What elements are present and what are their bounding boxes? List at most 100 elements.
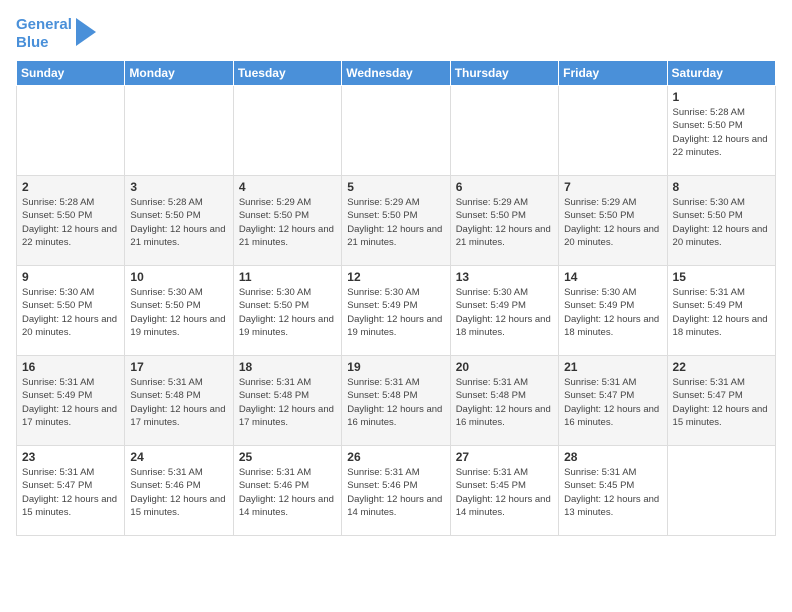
calendar-week-4: 16 Sunrise: 5:31 AM Sunset: 5:49 PM Dayli… xyxy=(17,356,776,446)
calendar-cell: 20 Sunrise: 5:31 AM Sunset: 5:48 PM Dayli… xyxy=(450,356,558,446)
calendar-cell: 22 Sunrise: 5:31 AM Sunset: 5:47 PM Dayli… xyxy=(667,356,775,446)
calendar-week-3: 9 Sunrise: 5:30 AM Sunset: 5:50 PM Daylig… xyxy=(17,266,776,356)
day-number: 5 xyxy=(347,180,444,194)
calendar-cell: 8 Sunrise: 5:30 AM Sunset: 5:50 PM Daylig… xyxy=(667,176,775,266)
day-info: Sunrise: 5:31 AM Sunset: 5:49 PM Dayligh… xyxy=(22,376,119,429)
calendar-cell xyxy=(125,86,233,176)
logo: General Blue xyxy=(16,16,96,52)
calendar-cell: 17 Sunrise: 5:31 AM Sunset: 5:48 PM Dayli… xyxy=(125,356,233,446)
day-number: 22 xyxy=(673,360,770,374)
day-number: 18 xyxy=(239,360,336,374)
day-number: 23 xyxy=(22,450,119,464)
calendar-cell: 1 Sunrise: 5:28 AM Sunset: 5:50 PM Daylig… xyxy=(667,86,775,176)
day-info: Sunrise: 5:30 AM Sunset: 5:50 PM Dayligh… xyxy=(239,286,336,339)
header-tuesday: Tuesday xyxy=(233,61,341,86)
day-number: 15 xyxy=(673,270,770,284)
day-info: Sunrise: 5:31 AM Sunset: 5:49 PM Dayligh… xyxy=(673,286,770,339)
day-number: 11 xyxy=(239,270,336,284)
day-number: 16 xyxy=(22,360,119,374)
day-number: 20 xyxy=(456,360,553,374)
calendar-cell: 13 Sunrise: 5:30 AM Sunset: 5:49 PM Dayli… xyxy=(450,266,558,356)
calendar-cell xyxy=(559,86,667,176)
day-number: 26 xyxy=(347,450,444,464)
day-number: 8 xyxy=(673,180,770,194)
day-number: 2 xyxy=(22,180,119,194)
day-info: Sunrise: 5:30 AM Sunset: 5:50 PM Dayligh… xyxy=(673,196,770,249)
day-number: 13 xyxy=(456,270,553,284)
calendar-cell: 16 Sunrise: 5:31 AM Sunset: 5:49 PM Dayli… xyxy=(17,356,125,446)
day-info: Sunrise: 5:29 AM Sunset: 5:50 PM Dayligh… xyxy=(347,196,444,249)
header-monday: Monday xyxy=(125,61,233,86)
day-info: Sunrise: 5:31 AM Sunset: 5:48 PM Dayligh… xyxy=(130,376,227,429)
calendar-cell: 12 Sunrise: 5:30 AM Sunset: 5:49 PM Dayli… xyxy=(342,266,450,356)
calendar-week-1: 1 Sunrise: 5:28 AM Sunset: 5:50 PM Daylig… xyxy=(17,86,776,176)
day-info: Sunrise: 5:28 AM Sunset: 5:50 PM Dayligh… xyxy=(673,106,770,159)
calendar-cell: 14 Sunrise: 5:30 AM Sunset: 5:49 PM Dayli… xyxy=(559,266,667,356)
day-number: 17 xyxy=(130,360,227,374)
day-info: Sunrise: 5:31 AM Sunset: 5:48 PM Dayligh… xyxy=(239,376,336,429)
day-info: Sunrise: 5:30 AM Sunset: 5:50 PM Dayligh… xyxy=(130,286,227,339)
day-number: 6 xyxy=(456,180,553,194)
day-number: 4 xyxy=(239,180,336,194)
header-wednesday: Wednesday xyxy=(342,61,450,86)
day-info: Sunrise: 5:31 AM Sunset: 5:48 PM Dayligh… xyxy=(456,376,553,429)
calendar-cell xyxy=(342,86,450,176)
calendar-cell: 6 Sunrise: 5:29 AM Sunset: 5:50 PM Daylig… xyxy=(450,176,558,266)
calendar-cell: 15 Sunrise: 5:31 AM Sunset: 5:49 PM Dayli… xyxy=(667,266,775,356)
day-number: 7 xyxy=(564,180,661,194)
day-number: 14 xyxy=(564,270,661,284)
day-info: Sunrise: 5:31 AM Sunset: 5:46 PM Dayligh… xyxy=(347,466,444,519)
day-number: 12 xyxy=(347,270,444,284)
day-number: 25 xyxy=(239,450,336,464)
logo-text-line1: General xyxy=(16,16,72,34)
calendar-cell: 23 Sunrise: 5:31 AM Sunset: 5:47 PM Dayli… xyxy=(17,446,125,536)
calendar-cell: 26 Sunrise: 5:31 AM Sunset: 5:46 PM Dayli… xyxy=(342,446,450,536)
header-sunday: Sunday xyxy=(17,61,125,86)
day-info: Sunrise: 5:28 AM Sunset: 5:50 PM Dayligh… xyxy=(130,196,227,249)
calendar-cell: 5 Sunrise: 5:29 AM Sunset: 5:50 PM Daylig… xyxy=(342,176,450,266)
day-info: Sunrise: 5:30 AM Sunset: 5:49 PM Dayligh… xyxy=(456,286,553,339)
calendar-cell xyxy=(450,86,558,176)
day-info: Sunrise: 5:30 AM Sunset: 5:49 PM Dayligh… xyxy=(347,286,444,339)
day-info: Sunrise: 5:30 AM Sunset: 5:50 PM Dayligh… xyxy=(22,286,119,339)
calendar-cell: 24 Sunrise: 5:31 AM Sunset: 5:46 PM Dayli… xyxy=(125,446,233,536)
header-saturday: Saturday xyxy=(667,61,775,86)
calendar-cell: 27 Sunrise: 5:31 AM Sunset: 5:45 PM Dayli… xyxy=(450,446,558,536)
calendar-cell: 2 Sunrise: 5:28 AM Sunset: 5:50 PM Daylig… xyxy=(17,176,125,266)
calendar-cell: 11 Sunrise: 5:30 AM Sunset: 5:50 PM Dayli… xyxy=(233,266,341,356)
calendar-table: SundayMondayTuesdayWednesdayThursdayFrid… xyxy=(16,60,776,536)
day-info: Sunrise: 5:31 AM Sunset: 5:45 PM Dayligh… xyxy=(564,466,661,519)
calendar-week-2: 2 Sunrise: 5:28 AM Sunset: 5:50 PM Daylig… xyxy=(17,176,776,266)
calendar-week-5: 23 Sunrise: 5:31 AM Sunset: 5:47 PM Dayli… xyxy=(17,446,776,536)
logo-text-line2: Blue xyxy=(16,34,72,52)
day-number: 21 xyxy=(564,360,661,374)
day-info: Sunrise: 5:31 AM Sunset: 5:46 PM Dayligh… xyxy=(130,466,227,519)
day-number: 1 xyxy=(673,90,770,104)
logo-arrow-icon xyxy=(76,18,96,46)
calendar-cell: 18 Sunrise: 5:31 AM Sunset: 5:48 PM Dayli… xyxy=(233,356,341,446)
day-info: Sunrise: 5:31 AM Sunset: 5:47 PM Dayligh… xyxy=(564,376,661,429)
day-info: Sunrise: 5:29 AM Sunset: 5:50 PM Dayligh… xyxy=(456,196,553,249)
day-number: 28 xyxy=(564,450,661,464)
day-info: Sunrise: 5:30 AM Sunset: 5:49 PM Dayligh… xyxy=(564,286,661,339)
calendar-cell: 21 Sunrise: 5:31 AM Sunset: 5:47 PM Dayli… xyxy=(559,356,667,446)
day-info: Sunrise: 5:31 AM Sunset: 5:45 PM Dayligh… xyxy=(456,466,553,519)
calendar-cell: 28 Sunrise: 5:31 AM Sunset: 5:45 PM Dayli… xyxy=(559,446,667,536)
day-number: 3 xyxy=(130,180,227,194)
calendar-header-row: SundayMondayTuesdayWednesdayThursdayFrid… xyxy=(17,61,776,86)
day-number: 9 xyxy=(22,270,119,284)
calendar-cell xyxy=(233,86,341,176)
calendar-cell: 10 Sunrise: 5:30 AM Sunset: 5:50 PM Dayli… xyxy=(125,266,233,356)
header-friday: Friday xyxy=(559,61,667,86)
day-number: 10 xyxy=(130,270,227,284)
day-info: Sunrise: 5:31 AM Sunset: 5:47 PM Dayligh… xyxy=(22,466,119,519)
day-info: Sunrise: 5:31 AM Sunset: 5:47 PM Dayligh… xyxy=(673,376,770,429)
calendar-cell: 19Sunrise: 5:31 AM Sunset: 5:48 PM Dayli… xyxy=(342,356,450,446)
calendar-cell: 9 Sunrise: 5:30 AM Sunset: 5:50 PM Daylig… xyxy=(17,266,125,356)
day-info: Sunrise: 5:29 AM Sunset: 5:50 PM Dayligh… xyxy=(239,196,336,249)
day-info: Sunrise: 5:28 AM Sunset: 5:50 PM Dayligh… xyxy=(22,196,119,249)
day-number: 24 xyxy=(130,450,227,464)
calendar-cell: 4 Sunrise: 5:29 AM Sunset: 5:50 PM Daylig… xyxy=(233,176,341,266)
day-number: 19 xyxy=(347,360,444,374)
day-number: 27 xyxy=(456,450,553,464)
